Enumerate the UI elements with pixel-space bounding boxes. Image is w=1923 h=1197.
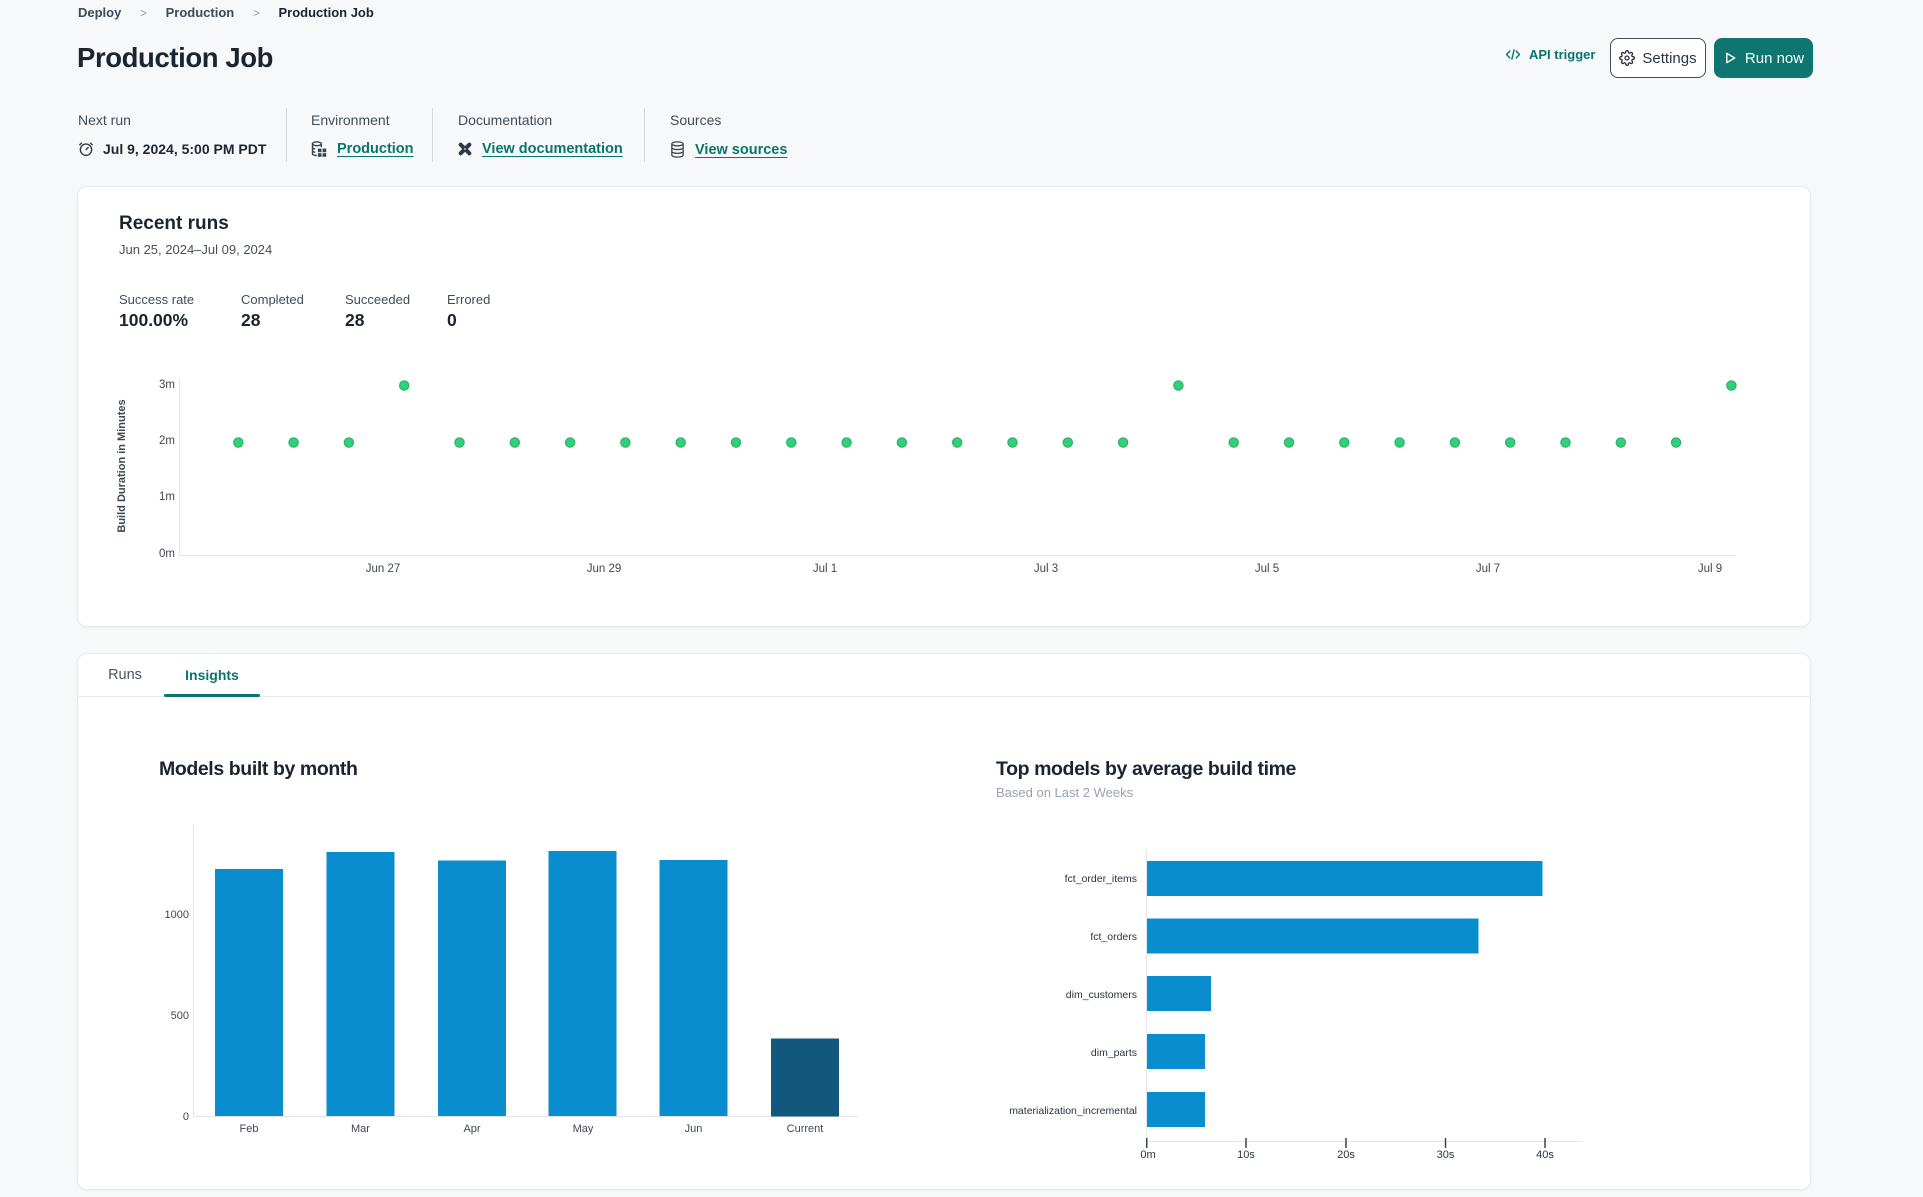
svg-text:3m: 3m	[159, 379, 175, 391]
svg-text:500: 500	[171, 1010, 189, 1022]
svg-text:Jun: Jun	[685, 1123, 703, 1135]
svg-text:20s: 20s	[1337, 1149, 1355, 1161]
svg-text:2m: 2m	[159, 435, 175, 447]
svg-text:Jul 3: Jul 3	[1034, 563, 1058, 575]
svg-text:Jul 1: Jul 1	[813, 563, 837, 575]
svg-text:1000: 1000	[165, 909, 189, 921]
svg-text:40s: 40s	[1536, 1149, 1554, 1161]
svg-text:materialization_incremental: materialization_incremental	[1009, 1105, 1137, 1117]
svg-text:30s: 30s	[1437, 1149, 1455, 1161]
svg-text:Jun 27: Jun 27	[366, 563, 401, 575]
svg-text:Jun 29: Jun 29	[587, 563, 622, 575]
svg-text:dim_parts: dim_parts	[1091, 1047, 1137, 1059]
svg-text:1m: 1m	[159, 491, 175, 503]
svg-text:Current: Current	[787, 1123, 824, 1135]
svg-text:dim_customers: dim_customers	[1066, 989, 1137, 1001]
svg-text:Feb: Feb	[240, 1123, 259, 1135]
svg-text:Jul 5: Jul 5	[1255, 563, 1279, 575]
svg-text:Apr: Apr	[463, 1123, 480, 1135]
svg-text:0m: 0m	[159, 548, 175, 560]
svg-text:0m: 0m	[1140, 1149, 1155, 1161]
svg-text:10s: 10s	[1237, 1149, 1255, 1161]
svg-text:0: 0	[183, 1111, 189, 1123]
svg-text:Jul 9: Jul 9	[1698, 563, 1722, 575]
svg-text:fct_orders: fct_orders	[1090, 931, 1137, 943]
svg-text:Build Duration in Minutes: Build Duration in Minutes	[116, 399, 128, 532]
svg-text:Jul 7: Jul 7	[1476, 563, 1500, 575]
svg-text:May: May	[573, 1123, 594, 1135]
svg-text:fct_order_items: fct_order_items	[1065, 873, 1137, 885]
svg-text:Mar: Mar	[351, 1123, 370, 1135]
